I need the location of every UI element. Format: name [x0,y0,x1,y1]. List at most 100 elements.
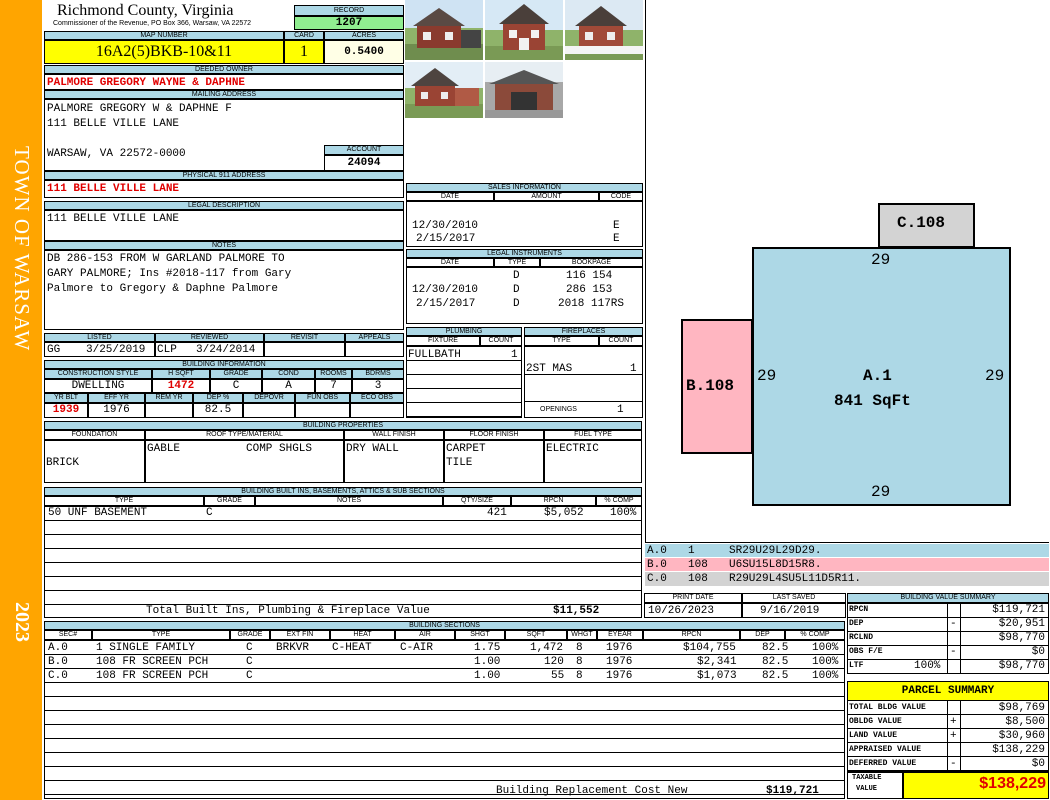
vs-dep-label: DEP [849,619,864,628]
card-value: 1 [284,40,324,64]
parcel-summary-col-divider-1 [947,701,948,772]
property-photo-5[interactable] [485,62,563,118]
vs-rpcn-value: $119,721 [992,604,1045,616]
print-date-label: PRINT DATE [644,593,742,603]
sales-date-col: DATE [406,192,494,201]
acres-label: ACRES [324,31,404,40]
section-a-sqft: 1,472 [530,642,564,654]
parcel-summary-col-divider-2 [960,701,961,772]
builtins-table [44,506,642,618]
county-title: Richmond County, Virginia [57,2,234,19]
rooms-value: 7 [315,379,352,393]
openings-label: OPENINGS [540,406,577,413]
sections-rpcn-col: RPCN [643,630,740,640]
sketch-section-c-label: C.108 [897,214,946,232]
sections-label: BUILDING SECTIONS [44,621,845,630]
instruments-bookpage-col: BOOKPAGE [540,258,643,267]
vs-dep-value: $20,951 [998,618,1045,630]
house-photo-icon [405,0,483,60]
sections-heat-col: HEAT [330,630,395,640]
fireplace-count-col: COUNT [599,336,643,346]
property-photo-3[interactable] [565,0,643,60]
property-photo-4[interactable] [405,62,483,118]
plumbing-label: PLUMBING [406,327,522,336]
legend-a-code: 1 [688,545,695,557]
section-c-pct: 100% [812,670,839,682]
instrument-row-2-type: D [513,284,520,296]
floor-finish-value-1: CARPET [446,443,486,455]
sections-sqft-col: SQFT [505,630,567,640]
cond-value: A [262,379,315,393]
sections-dep-col: DEP [740,630,785,640]
building-properties-label: BUILDING PROPERTIES [44,421,642,430]
fuel-type-value: ELECTRIC [546,443,599,455]
ps-obldg-value: $8,500 [1005,716,1045,728]
section-b-dep: 82.5 [762,656,789,668]
depovr-label: DEPOVR [243,393,295,403]
instrument-row-2-date: 12/30/2010 [412,284,479,296]
ps-total-bldg-label: TOTAL BLDG VALUE [849,703,926,712]
legend-c-sec: C.0 [647,573,667,585]
construction-style-label: CONSTRUCTION STYLE [44,369,152,379]
builtin-row-1-grade: C [206,507,213,519]
vs-obs-sign: - [950,646,957,658]
legend-c-vector: R29U29L4SU5L11D5R11. [729,573,862,585]
builtin-row-1-qty: 421 [487,507,507,519]
section-b-pct: 100% [812,656,839,668]
instrument-row-3-type: D [513,298,520,310]
sections-shgt-col: SHGT [455,630,505,640]
foundation-col: FOUNDATION [44,430,145,440]
sketch-dim-right: 29 [985,367,1005,385]
section-c-sqft: 55 [551,670,565,682]
account-label: ACCOUNT [324,145,404,155]
last-saved-value: 9/16/2019 [760,605,820,617]
instrument-row-1-type: D [513,270,520,282]
ps-deferred-sign: - [950,758,957,770]
sections-whgt-col: WHGT [567,630,597,640]
fireplace-divider [524,374,643,402]
parcel-summary-title: PARCEL SUMMARY [847,681,1049,701]
floor-finish-col: FLOOR FINISH [444,430,544,440]
property-photo-1[interactable] [405,0,483,60]
ps-obldg-sign: + [950,716,957,728]
deeded-owner-name: PALMORE GREGORY WAYNE & DAPHNE [47,77,246,89]
builtin-row-1-type: 50 UNF BASEMENT [48,507,148,519]
ps-obldg-label: OBLDG VALUE [849,717,902,726]
section-c-eyear: 1976 [606,670,633,682]
town-name: TOWN OF WARSAW [10,146,34,352]
openings-value: 1 [617,404,624,416]
mailing-line-1: PALMORE GREGORY W & DAPHNE F [47,103,232,115]
sales-row-2-code: E [613,233,620,245]
legend-a-vector: SR29U29L29D29. [729,545,822,557]
vs-rpcn-label: RPCN [849,605,869,614]
vs-dep-sign: - [950,618,957,630]
builtin-row-1-rpcn: $5,052 [544,507,584,519]
acres-value: 0.5400 [324,40,404,64]
replacement-cost-label: Building Replacement Cost New [496,785,688,797]
rem-yr-value [145,403,193,418]
sketch-dim-top: 29 [871,251,891,269]
property-photo-2[interactable] [485,0,563,60]
builtins-total-value: $11,552 [553,605,600,617]
sketch-legend-row-a[interactable] [645,544,1049,558]
wall-finish-value: DRY WALL [346,443,399,455]
dep-pct-value: 82.5 [193,403,243,418]
notes-line-1: DB 286-153 FROM W GARLAND PALMORE TO [47,253,285,265]
sales-row-1-date: 12/30/2010 [412,220,479,232]
instrument-row-3-date: 2/15/2017 [416,298,476,310]
legend-b-vector: U6SU15L8D15R8. [729,559,822,571]
builtins-qty-col: QTY/SIZE [443,496,511,506]
grade-value: C [210,379,262,393]
vs-ltf-extra: 100% [914,660,941,672]
hsqft-label: H SQFT [152,369,210,379]
roof-col: ROOF TYPE/MATERIAL [145,430,344,440]
section-b-eyear: 1976 [606,656,633,668]
fireplace-row-1-count: 1 [630,363,637,375]
deeded-owner-label: DEEDED OWNER [44,65,404,74]
floor-finish-value-2: TILE [446,457,473,469]
section-a-eyear: 1976 [606,642,633,654]
vs-rclnd-value: $98,770 [998,632,1045,644]
roof-type-value: GABLE [147,443,181,455]
section-a-sec: A.0 [48,642,68,654]
revisit-label: REVISIT [264,333,345,342]
